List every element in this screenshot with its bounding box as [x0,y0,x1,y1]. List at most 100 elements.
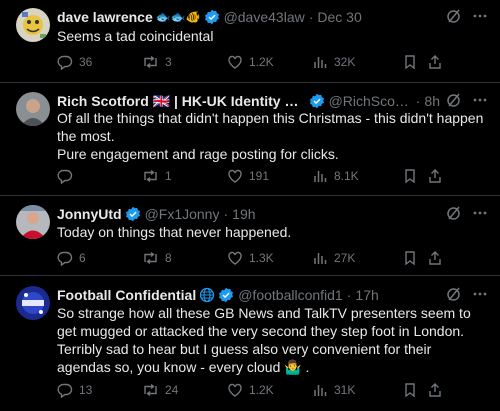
share-button[interactable] [427,168,447,184]
views-button[interactable]: 31K [312,382,402,398]
like-button[interactable]: 1.3K [227,250,312,266]
share-button[interactable] [427,250,447,266]
timestamp[interactable]: 8h [424,92,440,110]
reply-button[interactable]: 36 [57,54,142,70]
grok-icon[interactable] [446,286,462,302]
repost-button[interactable]: 8 [142,250,227,266]
tweet[interactable]: dave lawrence 🐟🐟🐠 @dave43law · Dec 30 Se… [0,0,500,83]
tweet[interactable]: JonnyUtd @Fx1Jonny · 19h Today on things… [0,196,500,276]
tweet-header: dave lawrence 🐟🐟🐠 @dave43law · Dec 30 [57,8,488,26]
reply-count: 6 [79,251,86,265]
reply-button[interactable] [57,168,142,184]
like-icon [228,383,242,397]
timestamp[interactable]: 19h [232,205,255,223]
name-emoji: 🐟🐟🐠 [155,10,201,24]
repost-icon [144,383,157,397]
views-button[interactable]: 8.1K [312,168,402,184]
like-button[interactable]: 1.2K [227,54,312,70]
views-count: 27K [334,251,356,265]
views-icon [314,57,327,68]
author-handle[interactable]: @footballconfid1 [238,286,343,304]
bookmark-icon [405,251,415,266]
reply-icon [57,251,73,266]
bookmark-button[interactable] [402,382,427,398]
avatar[interactable] [16,205,50,239]
share-icon [429,55,441,69]
reply-icon [57,169,73,184]
tweet-actions: 36 3 1.2K 32K [57,53,492,71]
tweet-text: Seems a tad coincidental [57,28,214,44]
avatar[interactable] [16,8,50,42]
repost-icon [144,55,157,69]
like-icon [228,55,242,69]
tweet[interactable]: Football Confidential @footballconfid1 ·… [0,276,500,411]
separator: · [223,206,229,222]
views-count: 8.1K [334,169,359,183]
repost-icon [144,169,157,183]
share-icon [429,251,441,265]
bookmark-button[interactable] [402,168,427,184]
bookmark-button[interactable] [402,250,427,266]
avatar[interactable] [16,286,50,320]
more-icon[interactable] [472,8,488,24]
verified-badge-icon [218,287,234,303]
timestamp[interactable]: Dec 30 [317,8,361,26]
share-button[interactable] [427,382,447,398]
tweet-actions: 13 24 1.2K 31K [57,381,492,399]
like-button[interactable]: 1.2K [227,382,312,398]
author-name[interactable]: Football Confidential [57,286,196,304]
tweet-header-controls [446,8,488,24]
like-icon [228,251,242,265]
author-name[interactable]: JonnyUtd [57,205,122,223]
repost-icon [144,251,157,265]
bookmark-icon [405,383,415,398]
author-handle[interactable]: @RichScotfo... [329,92,412,110]
views-count: 31K [334,383,356,397]
verified-badge-icon [309,93,325,109]
verified-badge-icon [125,206,141,222]
author-name[interactable]: dave lawrence [57,8,153,26]
like-count: 191 [249,169,270,183]
reply-button[interactable]: 6 [57,250,142,266]
tweet-header: Rich Scotford 🇬🇧 | HK-UK Identity & Bitc… [57,92,440,110]
separator: · [415,93,421,109]
timestamp[interactable]: 17h [355,286,378,304]
more-icon[interactable] [472,92,488,108]
tweet-header-controls [446,92,488,108]
reply-icon [57,383,73,398]
repost-button[interactable]: 3 [142,54,227,70]
grok-icon[interactable] [446,92,462,108]
like-count: 1.3K [249,251,274,265]
avatar[interactable] [16,92,50,126]
repost-count: 24 [165,383,179,397]
author-handle[interactable]: @Fx1Jonny [145,205,220,223]
repost-button[interactable]: 1 [142,168,227,184]
tweet[interactable]: Rich Scotford 🇬🇧 | HK-UK Identity & Bitc… [0,83,500,196]
views-icon [314,385,327,396]
repost-count: 1 [165,169,172,183]
more-icon[interactable] [472,205,488,221]
author-handle[interactable]: @dave43law [224,8,305,26]
grok-icon[interactable] [446,8,462,24]
reply-count: 36 [79,55,93,69]
tweet-actions: 6 8 1.3K 27K [57,249,492,267]
grok-icon[interactable] [446,205,462,221]
views-icon [314,253,327,264]
separator: · [346,287,352,303]
reply-button[interactable]: 13 [57,382,142,398]
author-name[interactable]: Rich Scotford 🇬🇧 | HK-UK Identity & Bitc… [57,92,306,110]
repost-button[interactable]: 24 [142,382,227,398]
like-button[interactable]: 191 [227,168,312,184]
views-button[interactable]: 27K [312,250,402,266]
tweet-header-controls [446,286,488,302]
tweet-header-controls [446,205,488,221]
bookmark-icon [405,55,415,70]
tweet-text: Today on things that never happened. [57,224,292,240]
share-icon [429,383,441,397]
bookmark-button[interactable] [402,54,427,70]
views-button[interactable]: 32K [312,54,402,70]
share-button[interactable] [427,54,447,70]
tweet-header: JonnyUtd @Fx1Jonny · 19h [57,205,440,223]
globe-icon [199,287,215,303]
more-icon[interactable] [472,286,488,302]
